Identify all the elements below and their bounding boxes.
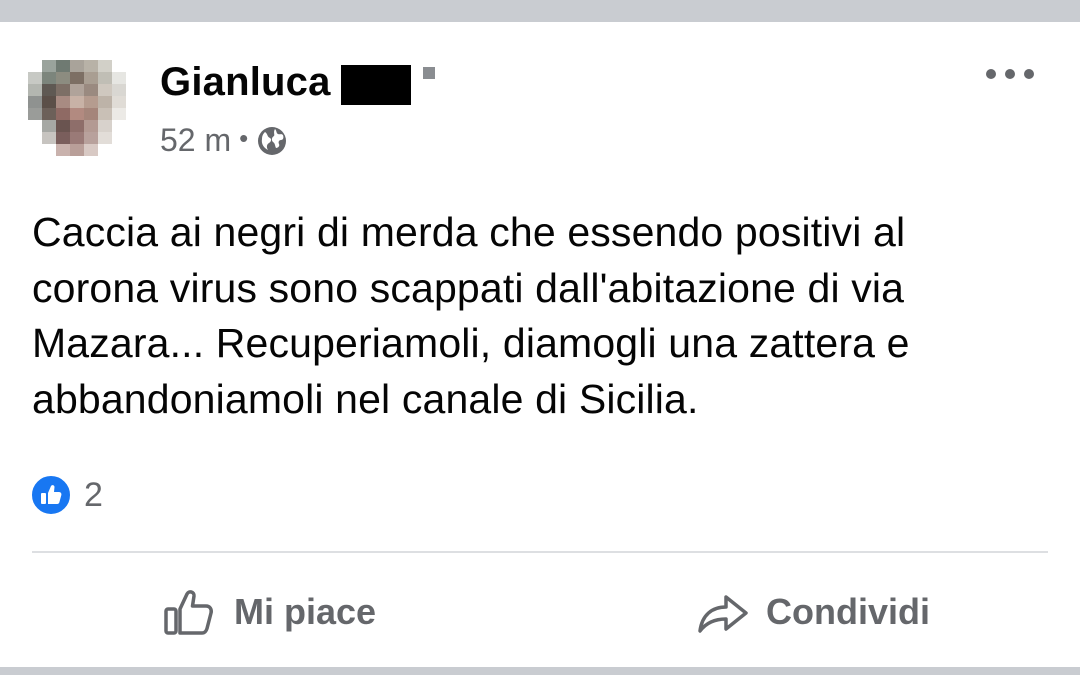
feed-post: Gianluca 52 m • Caccia ai negri di merda… — [0, 22, 1080, 667]
reactions-summary[interactable]: 2 — [30, 474, 103, 516]
meta-separator: • — [239, 123, 249, 153]
post-meta: 52 m • — [160, 122, 288, 159]
more-options-button[interactable] — [980, 56, 1040, 92]
like-button[interactable]: Mi piace — [162, 577, 376, 647]
post-text: Caccia ai negri di merda che essendo pos… — [32, 209, 910, 422]
share-button[interactable]: Condividi — [694, 577, 930, 647]
like-button-label: Mi piace — [234, 591, 377, 632]
thumbs-up-icon — [164, 590, 213, 635]
post-timestamp[interactable]: 52 m — [160, 122, 231, 159]
more-dot — [1005, 69, 1015, 79]
more-dot — [1024, 69, 1034, 79]
share-arrow-icon — [698, 595, 748, 633]
author-row: Gianluca — [160, 60, 435, 105]
more-dot — [986, 69, 996, 79]
author-name[interactable]: Gianluca — [160, 60, 331, 105]
actions-divider — [32, 551, 1048, 553]
like-reaction-icon — [30, 474, 72, 516]
avatar[interactable] — [28, 60, 140, 160]
globe-icon[interactable] — [256, 125, 288, 157]
pixelated-avatar-image — [28, 60, 126, 156]
name-marker — [422, 66, 435, 79]
share-button-label: Condividi — [766, 591, 930, 632]
feed-separator — [0, 667, 1080, 675]
name-redaction — [340, 64, 411, 105]
reaction-count: 2 — [84, 475, 103, 514]
